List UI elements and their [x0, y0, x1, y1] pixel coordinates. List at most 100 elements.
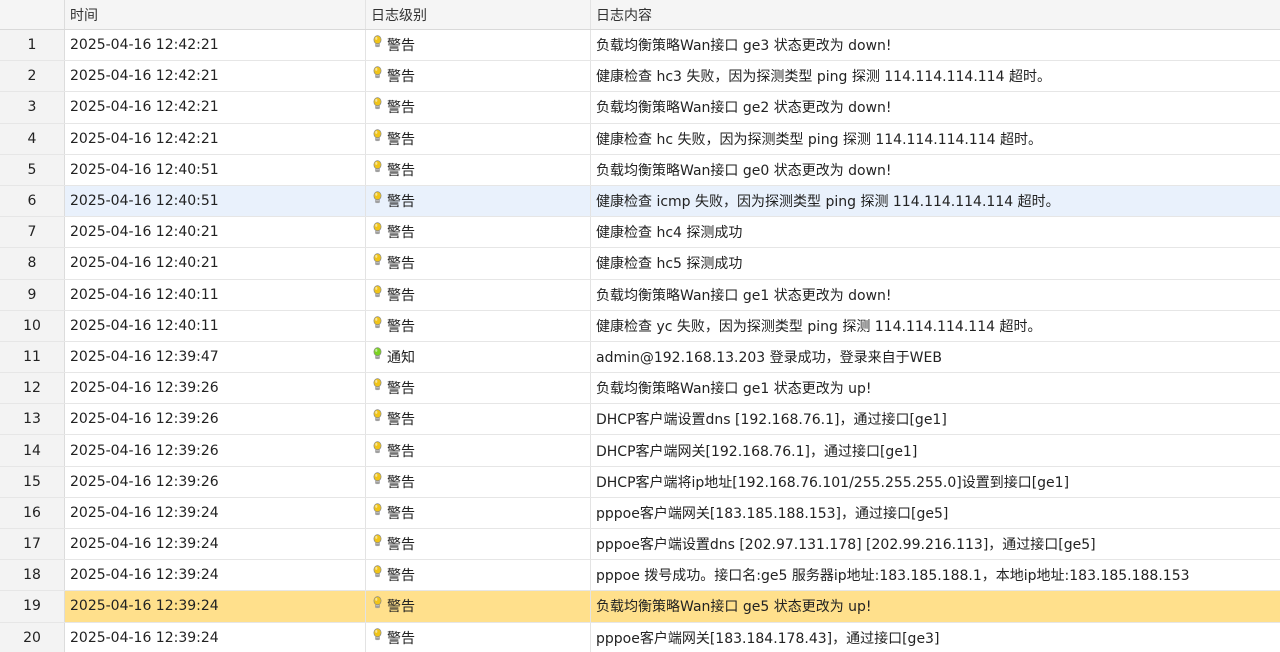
table-row[interactable]: 13 2025-04-16 12:39:26 警告 DHCP客户端设置dns [192… — [0, 404, 1280, 436]
warning-bulb-icon — [372, 35, 383, 49]
table-row[interactable]: 1 2025-04-16 12:42:21 警告 负载均衡策略Wan接口 ge3 状态… — [0, 30, 1280, 62]
row-level: 警告 — [366, 591, 591, 622]
row-index: 15 — [0, 466, 65, 497]
row-time: 2025-04-16 12:40:51 — [65, 154, 366, 185]
table-row[interactable]: 15 2025-04-16 12:39:26 警告 DHCP客户端将ip地址[192.… — [0, 466, 1280, 498]
warning-bulb-icon — [372, 128, 383, 143]
row-message: DHCP客户端网关[192.168.76.1]，通过接口[ge1] — [596, 443, 918, 460]
table-row[interactable]: 6 2025-04-16 12:40:51 警告 健康检查 icmp 失败，因为探测类… — [0, 185, 1280, 218]
row-level-label: 警告 — [387, 38, 415, 55]
row-level-label: 警告 — [387, 568, 415, 585]
row-message: DHCP客户端将ip地址[192.168.76.101/255.255.255.… — [596, 474, 1070, 491]
table-row[interactable]: 11 2025-04-16 12:39:47 通知 admin@192.168.13.… — [0, 341, 1280, 374]
row-message: pppoe客户端设置dns [202.97.131.178] [202.99.2… — [596, 537, 1096, 554]
row-message: 健康检查 hc3 失败，因为探测类型 ping 探测 114.114.114.1… — [596, 69, 1051, 86]
notice-bulb-icon — [372, 347, 383, 361]
row-index: 9 — [0, 279, 65, 310]
row-time: 2025-04-16 12:42:21 — [65, 123, 366, 154]
row-index: 13 — [0, 404, 65, 435]
row-message: 健康检查 hc 失败，因为探测类型 ping 探测 114.114.114.11… — [596, 131, 1043, 148]
table-row[interactable]: 12 2025-04-16 12:39:26 警告 负载均衡策略Wan接口 ge1 状… — [0, 373, 1280, 405]
row-message: 健康检查 hc5 探测成功 — [596, 256, 743, 273]
row-message: 负载均衡策略Wan接口 ge1 状态更改为 down! — [596, 287, 892, 304]
warning-bulb-icon — [372, 534, 383, 548]
row-index: 20 — [0, 622, 65, 652]
table-row[interactable]: 4 2025-04-16 12:42:21 警告 健康检查 hc 失败，因为探测类型 … — [0, 123, 1280, 155]
row-level: 警告 — [366, 466, 591, 497]
warning-bulb-icon — [372, 97, 383, 111]
row-time: 2025-04-16 12:40:51 — [65, 185, 366, 217]
header-time[interactable]: 时间 — [65, 0, 366, 29]
row-message: 负载均衡策略Wan接口 ge3 状态更改为 down! — [596, 38, 892, 55]
table-row[interactable]: 7 2025-04-16 12:40:21 警告 健康检查 hc4 探测成功 — [0, 217, 1280, 249]
row-message: 负载均衡策略Wan接口 ge1 状态更改为 up! — [596, 381, 872, 398]
row-time: 2025-04-16 12:39:24 — [65, 560, 366, 591]
row-level-label: 通知 — [387, 349, 415, 366]
row-time: 2025-04-16 12:39:26 — [65, 466, 366, 497]
table-row[interactable]: 5 2025-04-16 12:40:51 警告 负载均衡策略Wan接口 ge0 状态… — [0, 154, 1280, 186]
row-index: 3 — [0, 92, 65, 123]
warning-bulb-icon — [372, 409, 383, 423]
row-time: 2025-04-16 12:39:24 — [65, 591, 366, 622]
row-level-label: 警告 — [387, 599, 415, 616]
table-row[interactable]: 18 2025-04-16 12:39:24 警告 pppoe 拨号成功。接口名:ge… — [0, 560, 1280, 592]
row-level-label: 警告 — [387, 412, 415, 429]
table-row[interactable]: 20 2025-04-16 12:39:24 警告 pppoe客户端网关[183.18… — [0, 622, 1280, 652]
row-index: 5 — [0, 154, 65, 185]
row-time: 2025-04-16 12:39:26 — [65, 435, 366, 466]
row-level-label: 警告 — [387, 162, 415, 179]
table-row[interactable]: 14 2025-04-16 12:39:26 警告 DHCP客户端网关[192.168… — [0, 435, 1280, 467]
warning-bulb-icon — [372, 565, 383, 579]
row-message: 负载均衡策略Wan接口 ge5 状态更改为 up! — [596, 599, 872, 616]
row-time: 2025-04-16 12:39:24 — [65, 497, 366, 528]
table-body: 1 2025-04-16 12:42:21 警告 负载均衡策略Wan接口 ge3 状态… — [0, 30, 1280, 652]
row-level-label: 警告 — [387, 381, 415, 398]
header-message[interactable]: 日志内容 — [591, 0, 1280, 29]
table-row[interactable]: 16 2025-04-16 12:39:24 警告 pppoe客户端网关[183.18… — [0, 497, 1280, 529]
row-level: 警告 — [366, 154, 591, 185]
row-level: 警告 — [366, 310, 591, 341]
row-message: admin@192.168.13.203 登录成功，登录来自于WEB — [596, 349, 942, 366]
warning-bulb-icon — [372, 222, 383, 236]
row-level: 警告 — [366, 560, 591, 591]
warning-bulb-icon — [372, 471, 383, 486]
row-level: 警告 — [366, 435, 591, 466]
row-level-label: 警告 — [387, 318, 415, 335]
row-time: 2025-04-16 12:42:21 — [65, 61, 366, 92]
table-row[interactable]: 2 2025-04-16 12:42:21 警告 健康检查 hc3 失败，因为探测类型… — [0, 61, 1280, 93]
row-level-label: 警告 — [387, 100, 415, 117]
row-time: 2025-04-16 12:42:21 — [65, 92, 366, 123]
row-level-label: 警告 — [387, 537, 415, 554]
row-level-label: 警告 — [387, 225, 415, 242]
row-level: 警告 — [366, 529, 591, 560]
table-row[interactable]: 17 2025-04-16 12:39:24 警告 pppoe客户端设置dns [20… — [0, 529, 1280, 561]
table-row[interactable]: 19 2025-04-16 12:39:24 警告 负载均衡策略Wan接口 ge5 状… — [0, 591, 1280, 623]
row-time: 2025-04-16 12:39:26 — [65, 373, 366, 404]
row-index: 16 — [0, 497, 65, 528]
row-index: 6 — [0, 185, 65, 217]
row-message: 健康检查 icmp 失败，因为探测类型 ping 探测 114.114.114.… — [596, 194, 1060, 211]
row-level-label: 警告 — [387, 443, 415, 460]
table-row[interactable]: 9 2025-04-16 12:40:11 警告 负载均衡策略Wan接口 ge1 状态… — [0, 279, 1280, 311]
row-index: 11 — [0, 341, 65, 373]
table-header: 时间 日志级别 日志内容 — [0, 0, 1280, 30]
row-message: 负载均衡策略Wan接口 ge0 状态更改为 down! — [596, 162, 892, 179]
row-index: 12 — [0, 373, 65, 404]
row-index: 19 — [0, 591, 65, 622]
row-index: 1 — [0, 30, 65, 61]
row-level: 通知 — [366, 341, 591, 373]
row-level: 警告 — [366, 373, 591, 404]
row-level: 警告 — [366, 61, 591, 92]
row-level: 警告 — [366, 217, 591, 248]
row-level: 警告 — [366, 497, 591, 528]
table-row[interactable]: 10 2025-04-16 12:40:11 警告 健康检查 yc 失败，因为探测类型… — [0, 310, 1280, 342]
header-level[interactable]: 日志级别 — [366, 0, 591, 29]
row-index: 7 — [0, 217, 65, 248]
row-level-label: 警告 — [387, 69, 415, 86]
table-row[interactable]: 3 2025-04-16 12:42:21 警告 负载均衡策略Wan接口 ge2 状态… — [0, 92, 1280, 124]
row-level-label: 警告 — [387, 287, 415, 304]
row-level-label: 警告 — [387, 194, 415, 211]
row-level: 警告 — [366, 279, 591, 310]
table-row[interactable]: 8 2025-04-16 12:40:21 警告 健康检查 hc5 探测成功 — [0, 248, 1280, 280]
row-level-label: 警告 — [387, 505, 415, 522]
